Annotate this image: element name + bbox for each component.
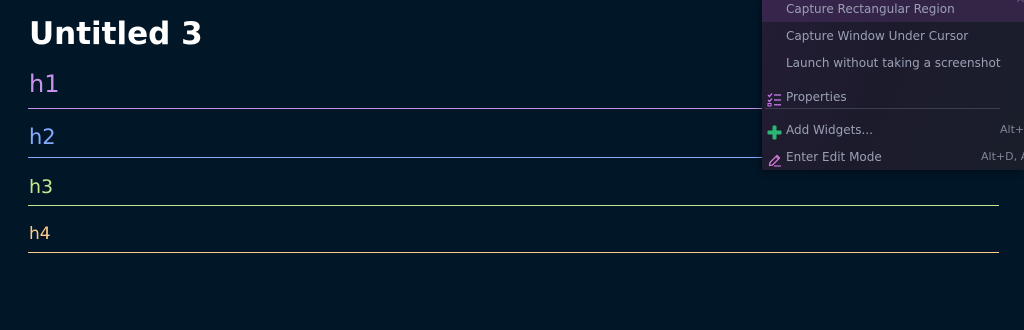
context-menu: A Capture Rectangular Region Capture Win… (762, 0, 1024, 170)
menu-item-shortcut: Alt+D, Al (981, 150, 1024, 163)
heading-h4-underline (28, 252, 999, 253)
heading-h4[interactable]: h4 (28, 222, 999, 254)
menu-item-add-widgets[interactable]: Add Widgets... Alt+D (762, 117, 1024, 143)
menu-item-label: Add Widgets... (786, 123, 873, 137)
menu-separator (765, 108, 1000, 109)
heading-h3[interactable]: h3 (28, 173, 999, 207)
menu-item-label: Capture Window Under Cursor (786, 29, 969, 43)
menu-item-capture-window-under-cursor[interactable]: Capture Window Under Cursor (762, 23, 1024, 49)
menu-item-label: Properties (786, 90, 847, 104)
menu-item-label: Capture Rectangular Region (786, 2, 955, 16)
menu-item-enter-edit-mode[interactable]: Enter Edit Mode Alt+D, Al (762, 144, 1024, 170)
document-title[interactable]: Untitled 3 (29, 14, 203, 54)
edit-pencil-icon (767, 150, 782, 167)
menu-item-capture-rectangular-region[interactable]: Capture Rectangular Region (762, 0, 1024, 22)
menu-item-properties[interactable]: Properties (762, 84, 1024, 110)
menu-item-shortcut: Alt+D (1000, 123, 1024, 136)
menu-item-label: Enter Edit Mode (786, 150, 882, 164)
properties-checklist-icon (767, 90, 782, 107)
menu-item-launch-without-screenshot[interactable]: Launch without taking a screenshot (762, 50, 1024, 76)
add-plus-icon (767, 123, 782, 140)
heading-h4-text[interactable]: h4 (29, 222, 51, 246)
menu-item-label: Launch without taking a screenshot (786, 56, 1001, 70)
heading-h1-text[interactable]: h1 (29, 68, 59, 100)
heading-h3-text[interactable]: h3 (29, 174, 53, 200)
heading-h3-underline (28, 205, 999, 206)
heading-h2-text[interactable]: h2 (29, 123, 56, 151)
